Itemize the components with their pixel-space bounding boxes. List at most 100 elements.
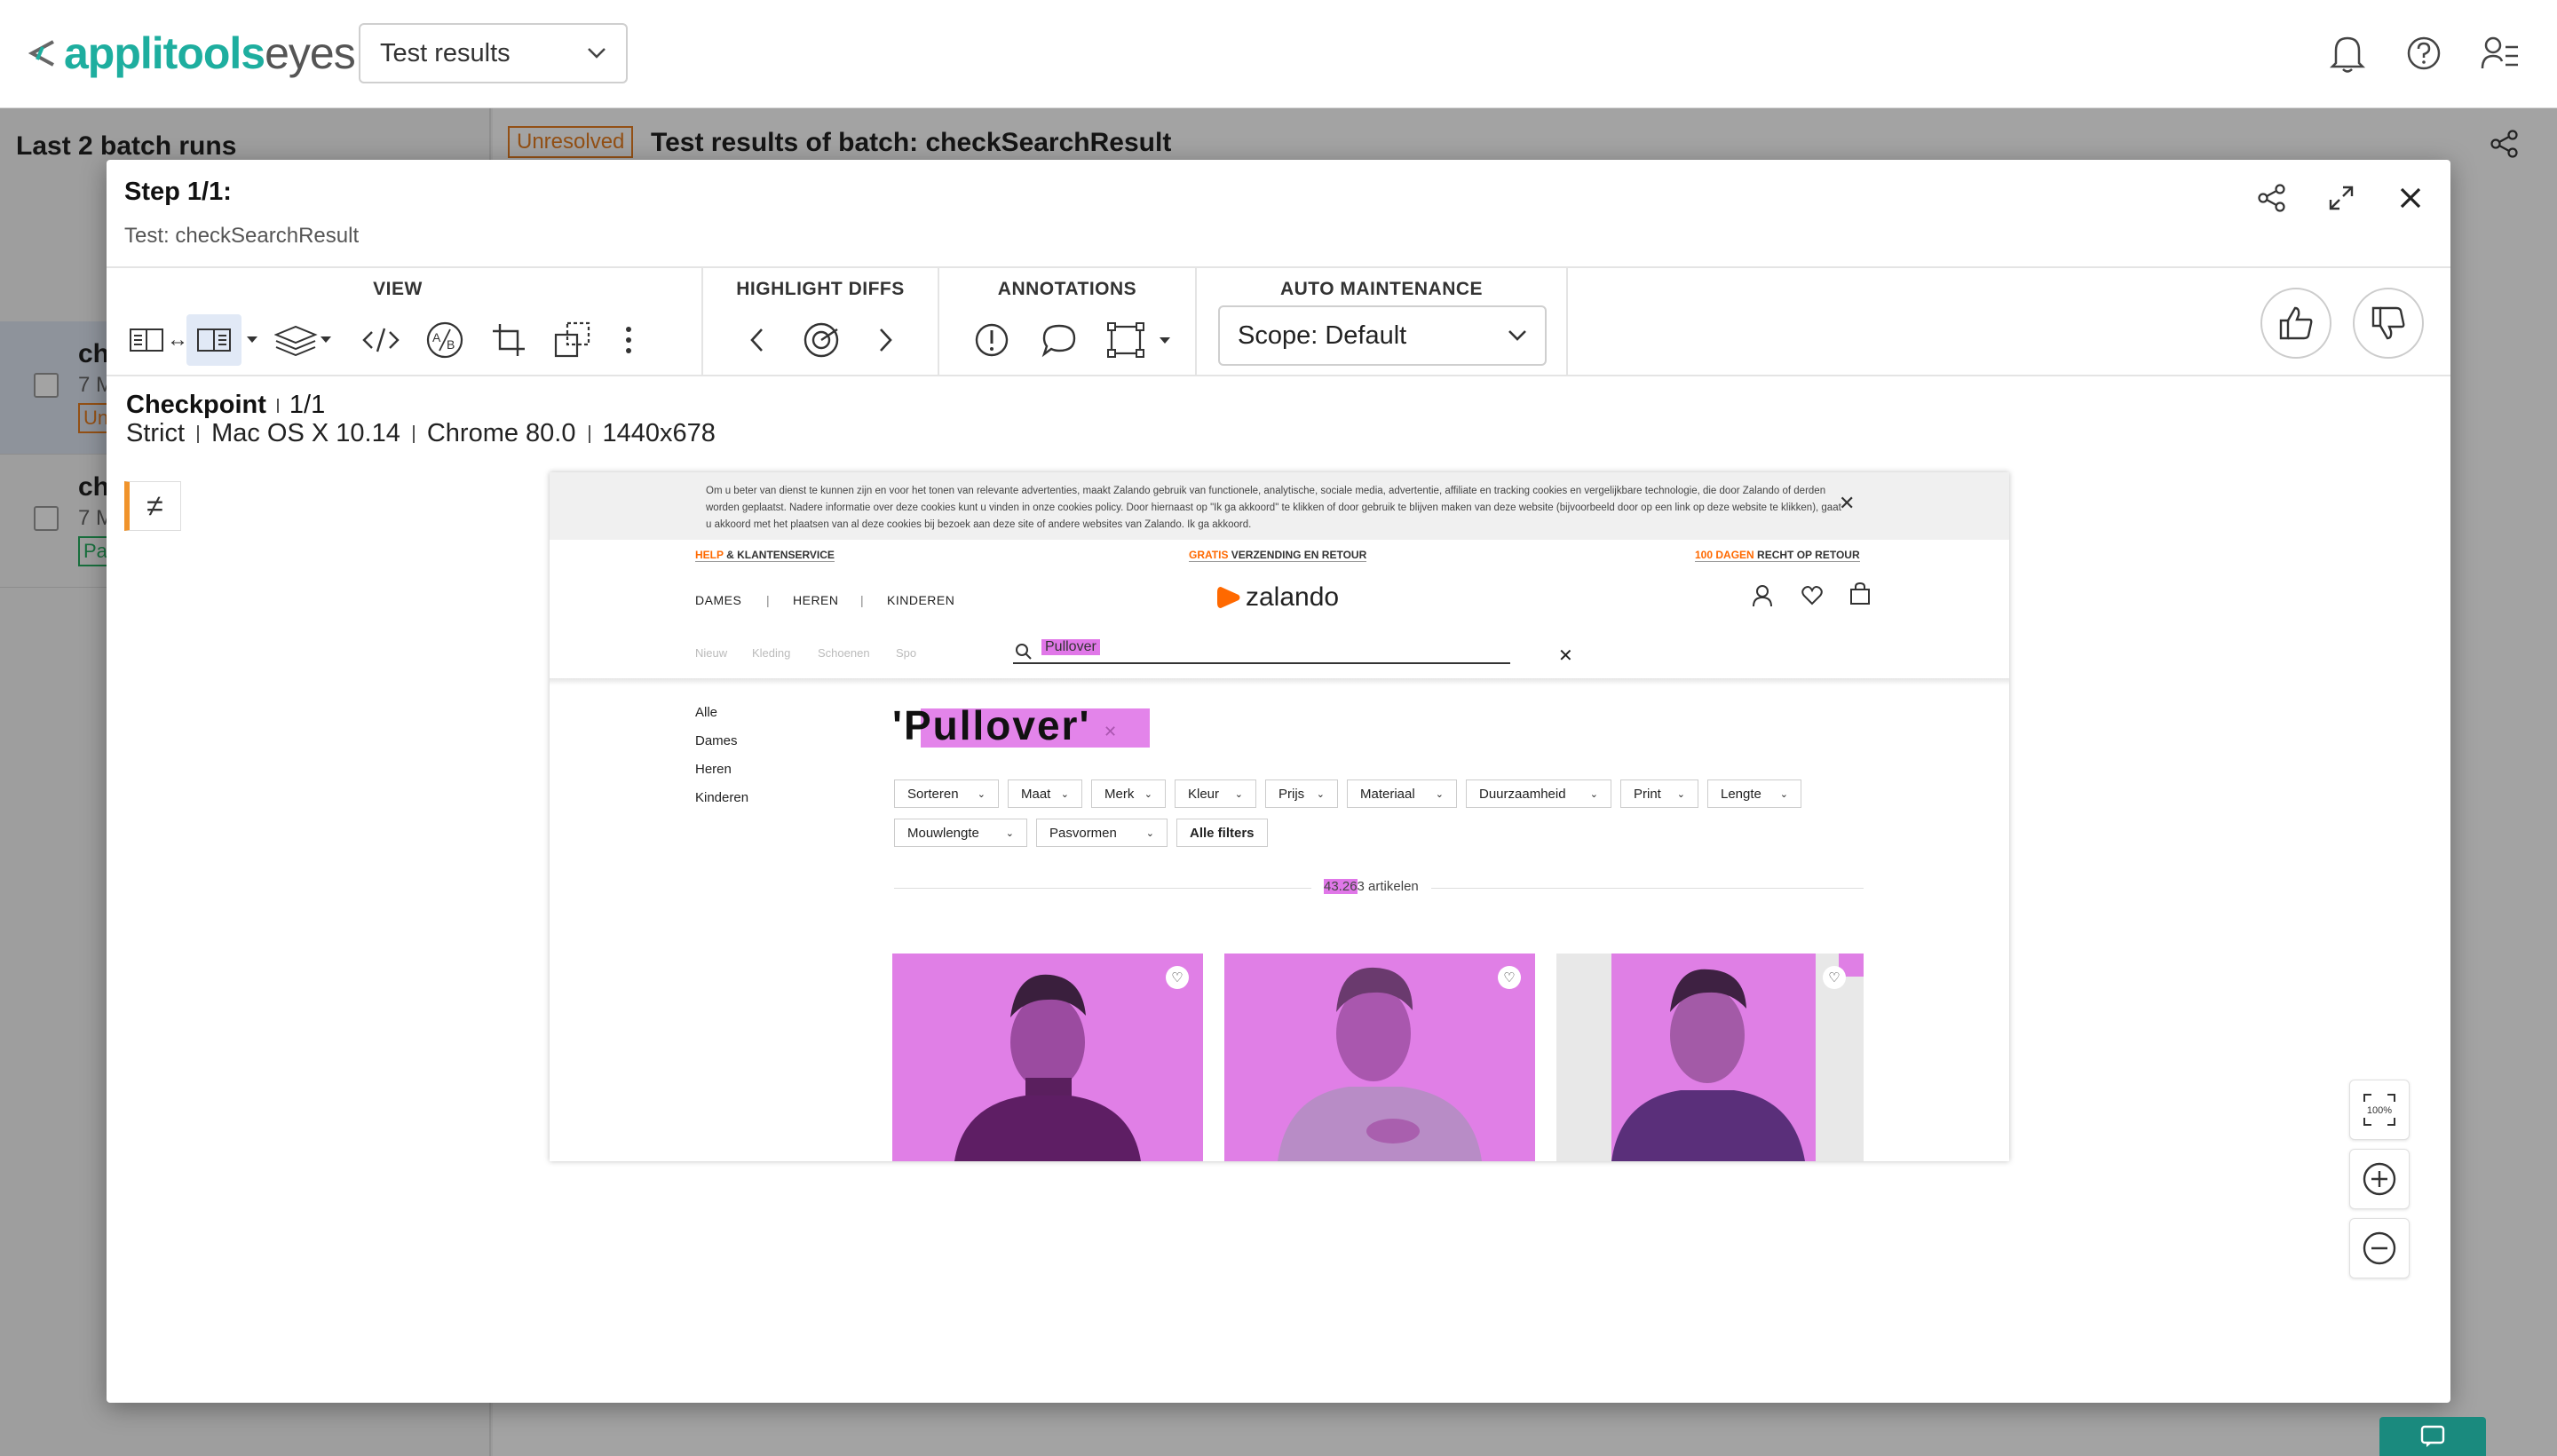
highlight-diffs-icon[interactable] bbox=[799, 314, 843, 366]
os-info: Mac OS X 10.14 bbox=[211, 419, 400, 447]
chevron-down-icon: ⌄ bbox=[1589, 788, 1598, 800]
chat-launcher-button[interactable] bbox=[2379, 1417, 2486, 1456]
applitools-logo[interactable]: applitoolseyes bbox=[27, 27, 356, 80]
filter-dropdown: Print ⌄ bbox=[1620, 779, 1698, 808]
background-share-icon bbox=[2490, 129, 2520, 163]
chevron-down-icon: ⌄ bbox=[1676, 788, 1685, 800]
more-options-icon[interactable] bbox=[611, 314, 646, 366]
product-card: ♡ bbox=[1556, 954, 1864, 1161]
filter-dropdown: Materiaal ⌄ bbox=[1347, 779, 1457, 808]
expand-icon[interactable] bbox=[2324, 181, 2358, 215]
checkpoint-details: Strict Mac OS X 10.14 Chrome 80.0 1440x678 bbox=[126, 419, 716, 448]
share-icon[interactable] bbox=[2255, 181, 2289, 215]
close-icon[interactable] bbox=[2394, 181, 2427, 215]
category-item: Dames bbox=[695, 733, 738, 748]
side-by-side-icon[interactable] bbox=[126, 314, 167, 366]
match-level: Strict bbox=[126, 419, 186, 447]
article-count: 43.263 artikelen bbox=[1311, 879, 1431, 894]
category-item: Kinderen bbox=[695, 790, 749, 805]
issue-icon[interactable] bbox=[970, 314, 1014, 366]
usp-free-shipping: GRATIS VERZENDING EN RETOUR bbox=[1189, 549, 1367, 562]
single-view-icon[interactable] bbox=[186, 314, 241, 366]
wishlist-heart-icon: ♡ bbox=[1166, 966, 1189, 989]
zoom-100-button[interactable]: 100% bbox=[2349, 1080, 2410, 1140]
step-toolbar: VIEW ↔ AB HIGHLIGHT DIFFS ANNOTATIONS AU… bbox=[107, 266, 2450, 376]
user-settings-icon[interactable] bbox=[2479, 27, 2521, 80]
search-title: 'Pullover' bbox=[892, 702, 1091, 748]
annotations-label: ANNOTATIONS bbox=[997, 279, 1137, 299]
thumbs-down-button[interactable] bbox=[2353, 288, 2424, 359]
cookie-banner: Om u beter van dienst te kunnen zijn en … bbox=[550, 472, 2009, 540]
step-title: Step 1/1: bbox=[124, 178, 232, 206]
search-value: Pullover bbox=[1041, 639, 1100, 655]
chevron-down-icon bbox=[1508, 330, 1526, 341]
title-clear-icon: ✕ bbox=[1104, 723, 1118, 740]
product-photo bbox=[1278, 967, 1482, 1161]
usp-help: HELP & KLANTENSERVICE bbox=[695, 549, 835, 562]
help-icon[interactable] bbox=[2403, 27, 2445, 80]
category-item: Alle bbox=[695, 705, 718, 720]
zalando-play-icon bbox=[1217, 587, 1240, 608]
auto-maintenance-group: AUTO MAINTENANCE Scope: Default bbox=[1197, 268, 1568, 375]
product-photo bbox=[954, 974, 1141, 1161]
overlap-region-icon[interactable] bbox=[550, 314, 595, 366]
swap-arrows-icon[interactable]: ↔ bbox=[167, 314, 188, 366]
auto-maintenance-label: AUTO MAINTENANCE bbox=[1279, 279, 1484, 299]
test-name: Test: checkSearchResult bbox=[124, 224, 360, 248]
scope-select[interactable]: Scope: Default bbox=[1218, 305, 1547, 366]
thumbs-up-button[interactable] bbox=[2260, 288, 2331, 359]
scope-select-value: Scope: Default bbox=[1238, 320, 1407, 350]
view-select-value: Test results bbox=[380, 38, 511, 67]
zoom-out-icon bbox=[2363, 1231, 2396, 1265]
chat-icon bbox=[2420, 1425, 2445, 1447]
zoom-in-button[interactable] bbox=[2349, 1149, 2410, 1209]
chevron-down-icon: ⌄ bbox=[1316, 788, 1325, 800]
user-icon bbox=[1752, 584, 1773, 612]
view-group: VIEW ↔ AB bbox=[107, 268, 703, 375]
comment-icon[interactable] bbox=[1037, 314, 1081, 366]
diff-status-badge[interactable]: ≠ bbox=[124, 481, 181, 531]
nav-dames: DAMES bbox=[695, 593, 742, 607]
wishlist-heart-icon: ♡ bbox=[1498, 966, 1521, 989]
chevron-down-icon: ⌄ bbox=[1145, 827, 1154, 839]
usp-returns: 100 DAGEN RECHT OP RETOUR bbox=[1695, 549, 1860, 562]
chevron-down-icon: ⌄ bbox=[1005, 827, 1014, 839]
clear-search-icon: ✕ bbox=[1558, 646, 1573, 666]
zoom-in-icon bbox=[2363, 1162, 2396, 1196]
ab-compare-icon[interactable]: AB bbox=[423, 314, 467, 366]
nav-divider: | bbox=[766, 593, 771, 607]
bell-icon[interactable] bbox=[2326, 27, 2369, 80]
zoom-100-label: 100% bbox=[2367, 1105, 2392, 1116]
thumbs-down-icon bbox=[2371, 306, 2405, 340]
next-diff-icon[interactable] bbox=[868, 314, 904, 366]
cookie-text: Om u beter van dienst te kunnen zijn en … bbox=[706, 486, 1841, 530]
zoom-out-button[interactable] bbox=[2349, 1218, 2410, 1278]
all-filters-button: Alle filters bbox=[1176, 819, 1268, 847]
product-card: ♡ bbox=[1224, 954, 1535, 1161]
wishlist-icon bbox=[1801, 586, 1823, 610]
checkpoint-label: Checkpoint bbox=[126, 391, 266, 419]
svg-text:A: A bbox=[432, 330, 441, 344]
filter-dropdown: Duurzaamheid ⌄ bbox=[1466, 779, 1611, 808]
bag-icon bbox=[1849, 582, 1871, 610]
svg-text:B: B bbox=[447, 337, 455, 352]
layers-icon[interactable] bbox=[272, 314, 336, 366]
view-select[interactable]: Test results bbox=[359, 23, 628, 83]
chevron-down-icon: ⌄ bbox=[977, 788, 986, 800]
previous-diff-icon[interactable] bbox=[739, 314, 774, 366]
checkpoint-screenshot[interactable]: Om u beter van dienst te kunnen zijn en … bbox=[550, 472, 2009, 1161]
product-photo bbox=[1611, 954, 1864, 1161]
region-icon[interactable] bbox=[1103, 314, 1179, 366]
thumbs-up-icon bbox=[2279, 306, 2313, 340]
filter-dropdown: Sorteren ⌄ bbox=[894, 779, 999, 808]
filter-dropdown: Merk ⌄ bbox=[1091, 779, 1166, 808]
crop-icon[interactable] bbox=[487, 314, 531, 366]
top-bar: applitoolseyes Test results bbox=[0, 0, 2557, 108]
checkpoint-index: 1/1 bbox=[289, 391, 326, 419]
filter-dropdown: Pasvormen ⌄ bbox=[1036, 819, 1168, 847]
annotations-group: ANNOTATIONS bbox=[939, 268, 1197, 375]
caret-down-icon[interactable] bbox=[240, 314, 265, 366]
nav-heren: HEREN bbox=[793, 593, 839, 607]
code-icon[interactable] bbox=[359, 314, 403, 366]
chevron-down-icon: ⌄ bbox=[1234, 788, 1243, 800]
